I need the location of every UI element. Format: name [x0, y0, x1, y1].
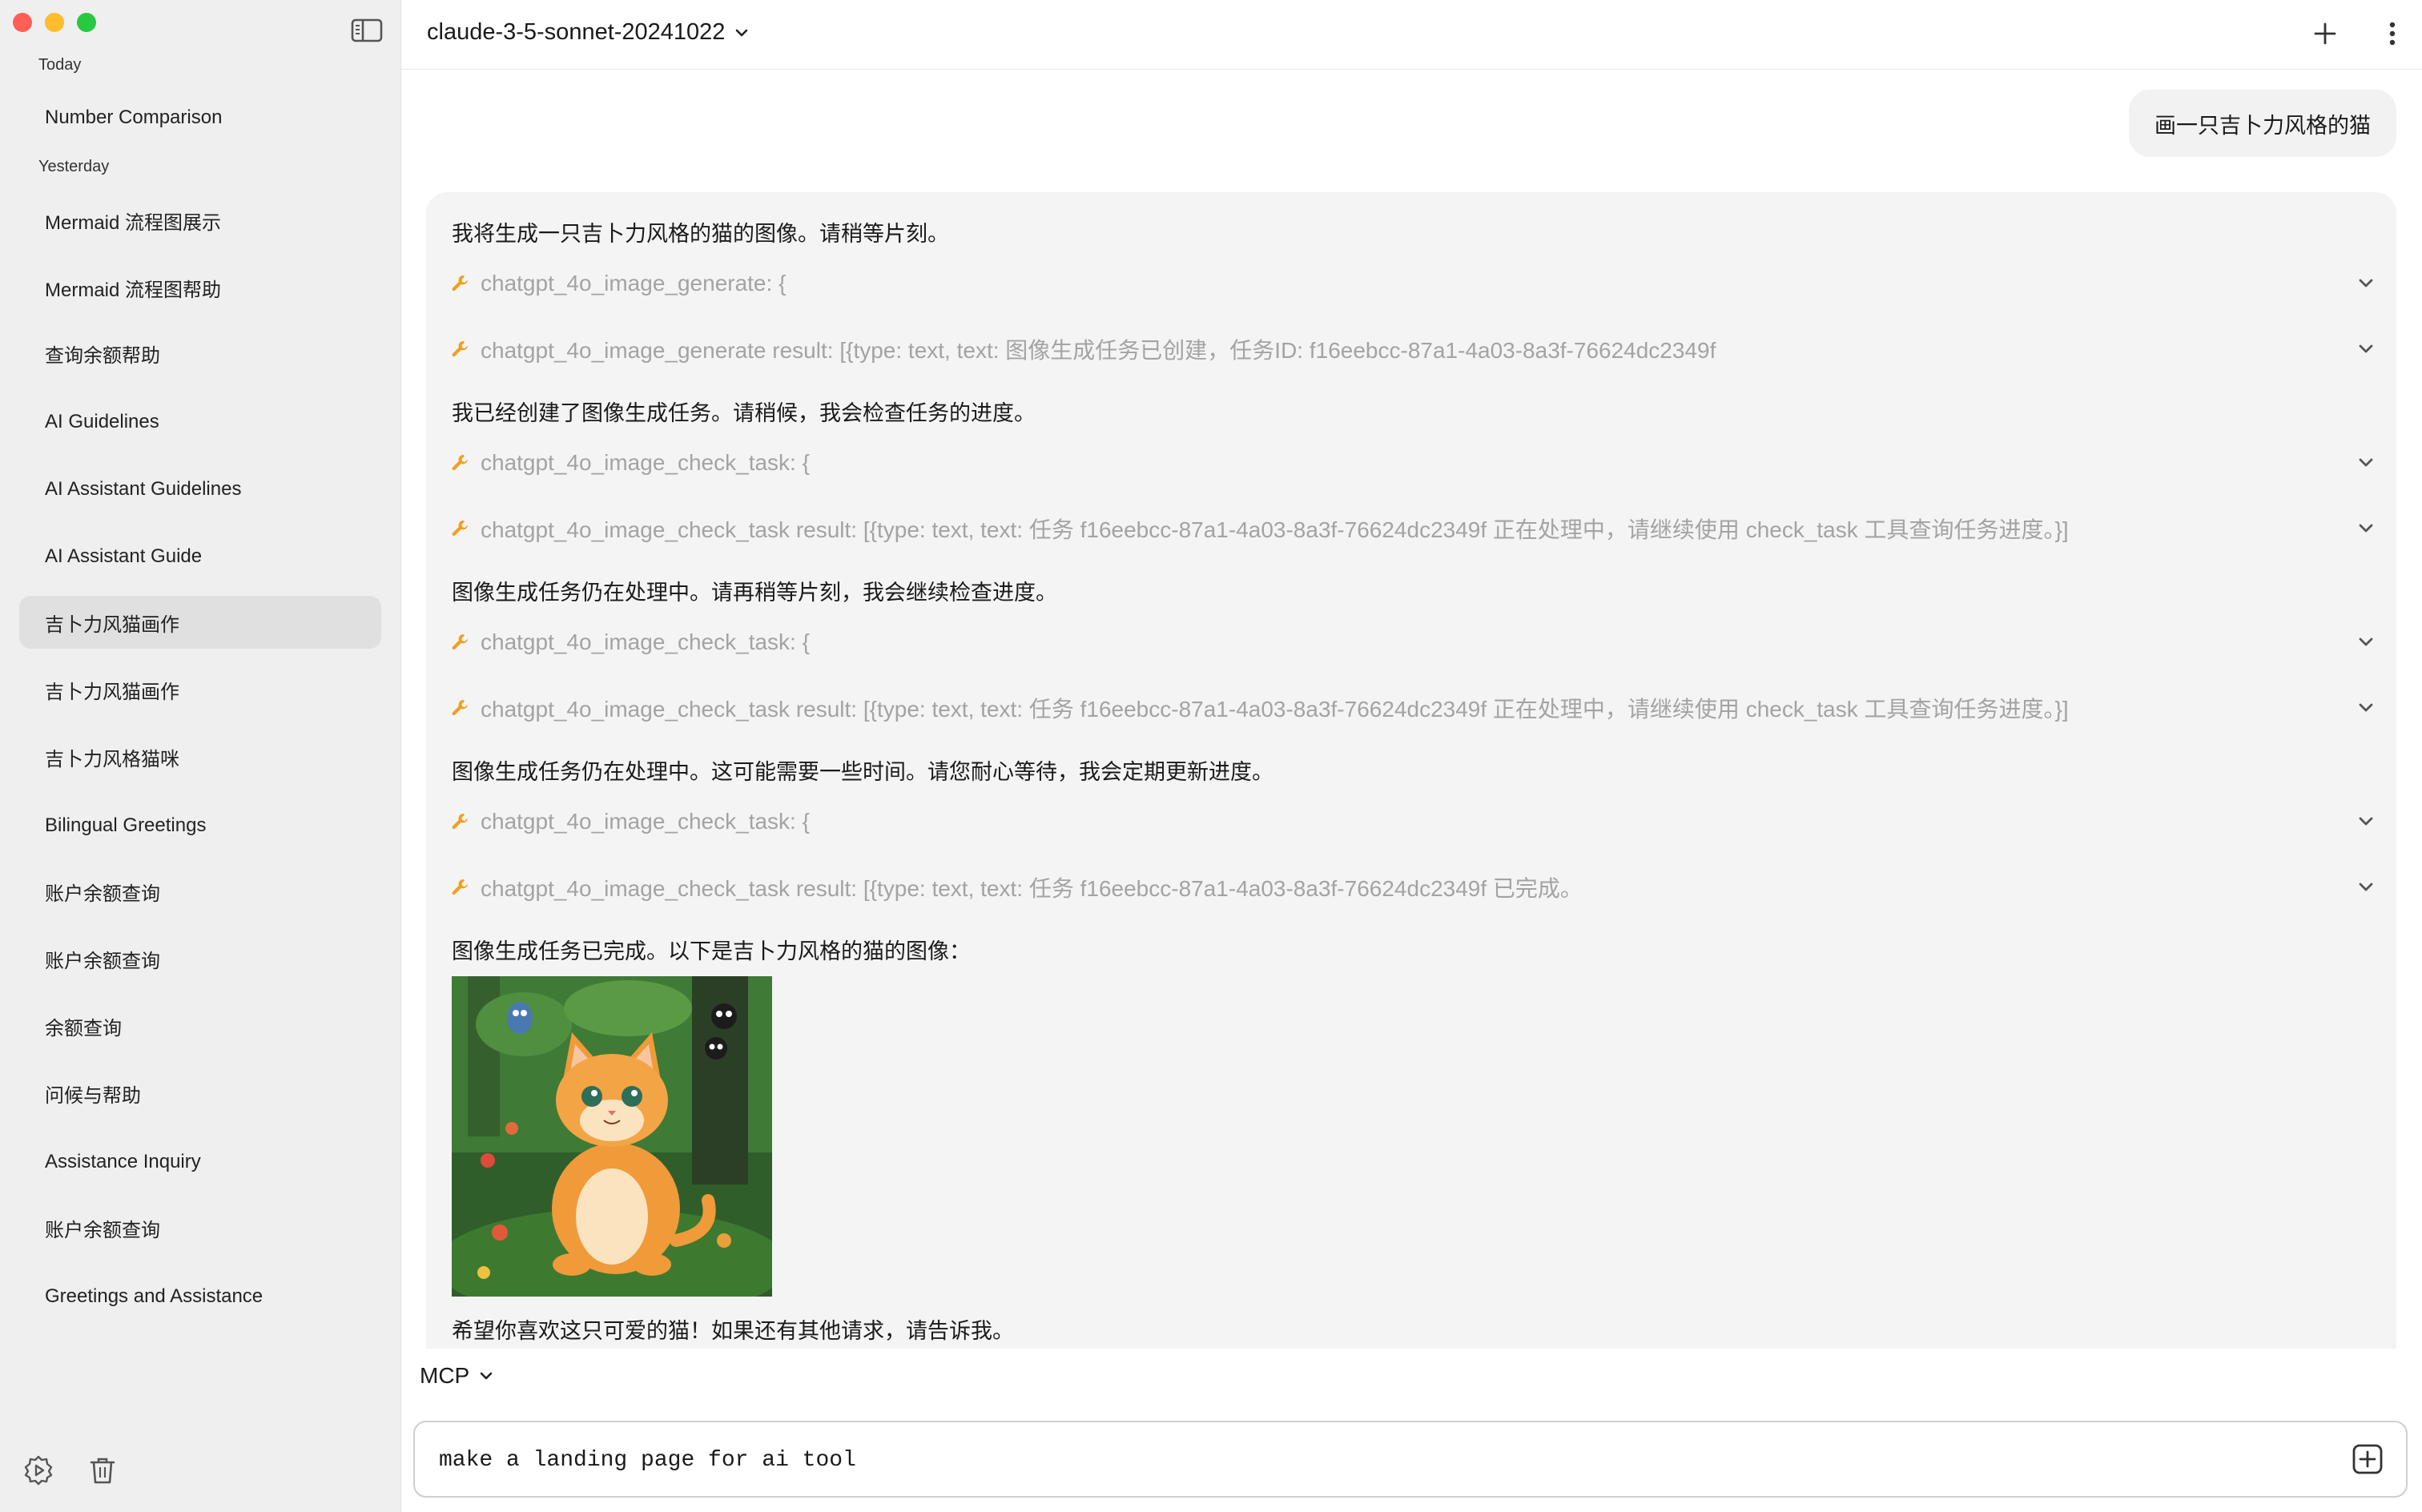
sidebar-item[interactable]: Greetings and Assistance: [19, 1270, 381, 1323]
chevron-down-icon[interactable]: [2355, 810, 2377, 833]
tool-result-row[interactable]: chatgpt_4o_image_check_task result: [{ty…: [450, 511, 2377, 546]
chevron-down-icon[interactable]: [2355, 517, 2377, 540]
sidebar-item-label: Mermaid 流程图帮助: [45, 279, 222, 301]
chevron-down-icon[interactable]: [2355, 631, 2377, 653]
sidebar-item-label: 账户余额查询: [45, 883, 160, 905]
minimize-window-button[interactable]: [45, 13, 64, 32]
sidebar-item[interactable]: 吉卜力风猫画作: [19, 663, 381, 716]
sidebar-item-label: AI Guidelines: [45, 411, 159, 432]
tool-result-text: chatgpt_4o_image_check_task result: [{ty…: [481, 876, 1583, 901]
wrench-icon: [452, 700, 468, 716]
add-attachment-icon[interactable]: [2352, 1443, 2384, 1475]
sidebar-item-label: AI Assistant Guidelines: [45, 478, 242, 500]
chevron-down-icon[interactable]: [2355, 272, 2377, 295]
chevron-down-icon[interactable]: [2355, 338, 2377, 360]
trash-icon[interactable]: [86, 1454, 119, 1486]
wrench-icon: [452, 879, 468, 895]
generated-cat-image[interactable]: [452, 976, 772, 1297]
sidebar-item-label: 查询余额帮助: [45, 344, 160, 367]
chevron-down-icon: [480, 1372, 493, 1380]
sidebar-item[interactable]: 查询余额帮助: [19, 327, 381, 380]
sidebar-item-label: Mermaid 流程图展示: [45, 211, 222, 234]
chevron-down-icon[interactable]: [2355, 697, 2377, 719]
user-message-bubble: 画一只吉卜力风格的猫: [2129, 90, 2396, 157]
more-vertical-icon[interactable]: [2376, 18, 2408, 50]
sidebar-item-active[interactable]: 吉卜力风猫画作: [19, 596, 381, 649]
chevron-down-icon[interactable]: [2355, 876, 2377, 899]
model-name: claude-3-5-sonnet-20241022: [427, 19, 726, 45]
wrench-icon: [452, 814, 468, 830]
tool-call-row[interactable]: chatgpt_4o_image_check_task: {: [450, 804, 2377, 839]
tool-result-text: chatgpt_4o_image_generate result: [{type…: [481, 338, 1716, 363]
sidebar-item-label: 吉卜力风猫画作: [45, 613, 179, 636]
sidebar-item[interactable]: 吉卜力风格猫咪: [19, 730, 381, 783]
sidebar-item[interactable]: 余额查询: [19, 999, 381, 1052]
tool-call-text: chatgpt_4o_image_check_task: {: [481, 629, 810, 654]
settings-icon[interactable]: [22, 1454, 54, 1486]
sidebar-toggle-icon[interactable]: [351, 18, 383, 43]
sidebar-item[interactable]: Number Comparison: [19, 91, 381, 144]
chevron-down-icon: [736, 29, 748, 36]
sidebar-item-label: 吉卜力风格猫咪: [45, 748, 179, 770]
user-message-text: 画一只吉卜力风格的猫: [2154, 113, 2371, 138]
sidebar-item[interactable]: 账户余额查询: [19, 1201, 381, 1254]
chevron-down-icon[interactable]: [2355, 452, 2377, 474]
tool-call-text: chatgpt_4o_image_check_task: {: [481, 809, 810, 834]
wrench-icon: [452, 275, 468, 292]
group-label-yesterday: Yesterday: [38, 158, 110, 175]
assistant-text: 希望你喜欢这只可爱的猫！如果还有其他请求，请告诉我。: [452, 1319, 1014, 1343]
sidebar: Today Number Comparison Yesterday Mermai…: [0, 0, 401, 1512]
message-input-box[interactable]: [413, 1421, 2408, 1498]
tool-result-row[interactable]: chatgpt_4o_image_check_task result: [{ty…: [450, 690, 2377, 726]
tool-call-text: chatgpt_4o_image_check_task: {: [481, 450, 810, 475]
model-selector[interactable]: claude-3-5-sonnet-20241022: [427, 19, 750, 46]
sidebar-item-label: 账户余额查询: [45, 950, 160, 972]
assistant-text: 图像生成任务已完成。以下是吉卜力风格的猫的图像：: [452, 939, 971, 963]
assistant-text: 图像生成任务仍在处理中。请再稍等片刻，我会继续检查进度。: [452, 581, 1057, 605]
sidebar-item[interactable]: 账户余额查询: [19, 865, 381, 918]
tool-result-text: chatgpt_4o_image_check_task result: [{ty…: [481, 697, 2069, 722]
zoom-window-button[interactable]: [77, 13, 96, 32]
tool-call-text: chatgpt_4o_image_generate: {: [481, 271, 787, 296]
assistant-text: 我将生成一只吉卜力风格的猫的图像。请稍等片刻。: [452, 222, 949, 246]
close-window-button[interactable]: [13, 13, 32, 32]
tool-call-row[interactable]: chatgpt_4o_image_check_task: {: [450, 445, 2377, 481]
sidebar-item[interactable]: AI Assistant Guide: [19, 530, 381, 583]
group-label-today: Today: [38, 56, 82, 74]
sidebar-item-label: AI Assistant Guide: [45, 545, 203, 567]
plus-icon[interactable]: [2309, 18, 2341, 50]
assistant-message: 我将生成一只吉卜力风格的猫的图像。请稍等片刻。 chatgpt_4o_image…: [426, 192, 2396, 1349]
wrench-icon: [452, 341, 468, 357]
wrench-icon: [452, 634, 468, 650]
sidebar-item-label: 问候与帮助: [45, 1084, 141, 1107]
sidebar-item[interactable]: 账户余额查询: [19, 932, 381, 985]
sidebar-item[interactable]: AI Guidelines: [19, 396, 381, 448]
sidebar-item-label: Bilingual Greetings: [45, 814, 207, 836]
tool-call-row[interactable]: chatgpt_4o_image_check_task: {: [450, 625, 2377, 660]
mcp-label: MCP: [420, 1363, 470, 1388]
assistant-text: 我已经创建了图像生成任务。请稍候，我会检查任务的进度。: [452, 401, 1036, 425]
assistant-text: 图像生成任务仍在处理中。这可能需要一些时间。请您耐心等待，我会定期更新进度。: [452, 760, 1273, 784]
sidebar-item[interactable]: Mermaid 流程图展示: [19, 194, 381, 247]
mcp-selector[interactable]: MCP: [420, 1363, 495, 1389]
sidebar-item-label: Number Comparison: [45, 107, 223, 128]
sidebar-item[interactable]: Mermaid 流程图帮助: [19, 261, 381, 314]
sidebar-item-label: 余额查询: [45, 1017, 122, 1040]
sidebar-item[interactable]: Bilingual Greetings: [19, 799, 381, 852]
tool-result-text: chatgpt_4o_image_check_task result: [{ty…: [481, 517, 2069, 542]
sidebar-item-label: 账户余额查询: [45, 1219, 160, 1241]
chat-header: claude-3-5-sonnet-20241022: [401, 0, 2422, 70]
sidebar-item[interactable]: AI Assistant Guidelines: [19, 463, 381, 516]
sidebar-item-label: 吉卜力风猫画作: [45, 681, 179, 703]
wrench-icon: [452, 521, 468, 537]
sidebar-item[interactable]: 问候与帮助: [19, 1067, 381, 1120]
tool-result-row[interactable]: chatgpt_4o_image_check_task result: [{ty…: [450, 870, 2377, 905]
sidebar-item-label: Greetings and Assistance: [45, 1285, 264, 1307]
sidebar-item-label: Assistance Inquiry: [45, 1151, 201, 1172]
message-input[interactable]: [437, 1422, 2331, 1498]
sidebar-item[interactable]: Assistance Inquiry: [19, 1136, 381, 1188]
tool-result-row[interactable]: chatgpt_4o_image_generate result: [{type…: [450, 332, 2377, 367]
wrench-icon: [452, 455, 468, 471]
tool-call-row[interactable]: chatgpt_4o_image_generate: {: [450, 266, 2377, 301]
